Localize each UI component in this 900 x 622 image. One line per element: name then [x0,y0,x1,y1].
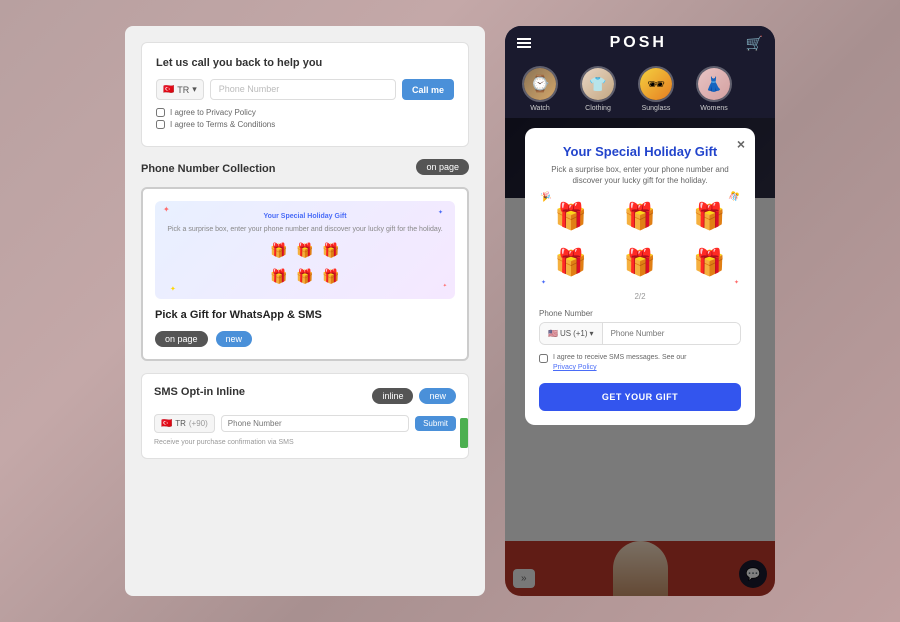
modal-overlay[interactable]: × Your Special Holiday Gift Pick a surpr… [505,118,775,596]
gift-box-2: 🎁 [294,239,316,261]
gift-box-6: 🎁 [320,265,342,287]
on-page-tag[interactable]: on page [416,159,469,175]
hamburger-menu[interactable] [517,38,531,48]
gift-card-image: ✦ ✦ ✦ ✦ Your Special Holiday Gift Pick a… [155,201,455,299]
gift-grid-modal: 🎁 🎁 🎁 🎁 🎁 🎁 [539,196,741,282]
sms-inline-btn[interactable]: inline [372,388,413,404]
sms-inline-form: 🇹🇷 TR (+90) Submit [154,414,456,433]
call-me-button[interactable]: Call me [402,79,454,100]
sms-new-btn[interactable]: new [419,388,456,404]
gift-new-btn[interactable]: new [216,331,253,347]
phone-row: 🇹🇷 TR ▾ Phone Number Call me [156,79,454,100]
modal-gift-5[interactable]: 🎁 [608,242,671,282]
green-status-bar [460,418,468,448]
sms-helper-text: Receive your purchase confirmation via S… [154,439,456,446]
page-indicator: 2/2 [539,292,741,301]
right-panel: POSH 🛒 ⌚ Watch 👕 Clothing 🕶 Sunglass 👗 [505,26,775,596]
category-watch[interactable]: ⌚ Watch [515,66,565,112]
modal-gift-4[interactable]: 🎁 [539,242,602,282]
cart-icon[interactable]: 🛒 [746,35,763,52]
gift-card-label: Pick a Gift for WhatsApp & SMS [155,309,455,321]
terms-checkbox[interactable] [156,120,165,129]
clothing-avatar: 👕 [580,66,616,102]
modal-phone-input[interactable] [603,323,740,344]
sms-consent-checkbox[interactable] [539,354,548,363]
gift-on-page-btn[interactable]: on page [155,331,208,347]
mobile-content: WO × Your Special Holiday Gift Pick a su… [505,118,775,596]
flag-icon: 🇹🇷 [163,84,174,95]
sms-submit-btn[interactable]: Submit [415,416,456,431]
category-sunglass[interactable]: 🕶 Sunglass [631,66,681,112]
gift-card-btn-row: on page new [155,331,455,347]
womens-image: 👗 [698,68,730,100]
terms-checkbox-row: I agree to Terms & Conditions [156,120,454,129]
gift-card-preview-title: Your Special Holiday Gift [263,213,346,220]
sms-consent-text: I agree to receive SMS messages. See our… [553,353,686,373]
modal-gift-1[interactable]: 🎁 [539,196,602,236]
modal-country-select[interactable]: 🇺🇸 US (+1) ▾ [540,323,603,344]
category-womens[interactable]: 👗 Womens [689,66,739,112]
categories-row: ⌚ Watch 👕 Clothing 🕶 Sunglass 👗 Womens [505,60,775,118]
category-clothing[interactable]: 👕 Clothing [573,66,623,112]
sunglass-image: 🕶 [640,68,672,100]
privacy-checkbox[interactable] [156,108,165,117]
left-panel: Let us call you back to help you 🇹🇷 TR ▾… [125,26,485,596]
gift-modal: × Your Special Holiday Gift Pick a surpr… [525,128,755,425]
sunglass-label: Sunglass [642,105,671,112]
gift-card-preview: ✦ ✦ ✦ ✦ Your Special Holiday Gift Pick a… [141,187,469,361]
watch-image: ⌚ [524,68,556,100]
modal-phone-label: Phone Number [539,309,741,318]
sms-consent-row: I agree to receive SMS messages. See our… [539,353,741,373]
gift-box-3: 🎁 [320,239,342,261]
womens-avatar: 👗 [696,66,732,102]
get-gift-button[interactable]: GET YOUR GIFT [539,383,741,411]
gift-box-1: 🎁 [268,239,290,261]
clothing-image: 👕 [582,68,614,100]
privacy-label: I agree to Privacy Policy [170,108,256,117]
modal-gift-6[interactable]: 🎁 [678,242,741,282]
watch-avatar: ⌚ [522,66,558,102]
clothing-label: Clothing [585,105,611,112]
us-flag: 🇺🇸 [548,329,558,338]
modal-subtitle: Pick a surprise box, enter your phone nu… [539,164,741,186]
chevron-down-icon: ▾ [590,329,594,338]
modal-gift-3[interactable]: 🎁 [678,196,741,236]
mobile-header: POSH 🛒 [505,26,775,60]
phone-collection-row: Phone Number Collection on page [141,159,469,175]
gift-box-5: 🎁 [294,265,316,287]
phone-collection-label: Phone Number Collection [141,163,275,175]
call-back-section: Let us call you back to help you 🇹🇷 TR ▾… [141,42,469,147]
privacy-checkbox-row: I agree to Privacy Policy [156,108,454,117]
gift-grid-preview: 🎁 🎁 🎁 🎁 🎁 🎁 [268,239,342,287]
sms-optin-label: SMS Opt-in Inline [154,386,245,398]
modal-close-btn[interactable]: × [737,136,745,152]
mobile-logo: POSH [610,34,667,52]
watch-label: Watch [530,105,550,112]
womens-label: Womens [700,105,728,112]
flag-select[interactable]: 🇹🇷 TR ▾ [156,79,204,100]
sunglass-avatar: 🕶 [638,66,674,102]
modal-title: Your Special Holiday Gift [539,144,741,159]
call-back-title: Let us call you back to help you [156,57,454,69]
terms-label: I agree to Terms & Conditions [170,120,275,129]
chevron-down-icon: ▾ [192,84,197,95]
privacy-link[interactable]: Privacy Policy [553,364,597,371]
modal-phone-row: 🇺🇸 US (+1) ▾ [539,322,741,345]
sms-optin-section: SMS Opt-in Inline inline new 🇹🇷 TR (+90)… [141,373,469,459]
modal-gift-2[interactable]: 🎁 [608,196,671,236]
sms-phone-input[interactable] [221,415,409,432]
gift-box-4: 🎁 [268,265,290,287]
phone-input-left[interactable]: Phone Number [210,79,396,100]
